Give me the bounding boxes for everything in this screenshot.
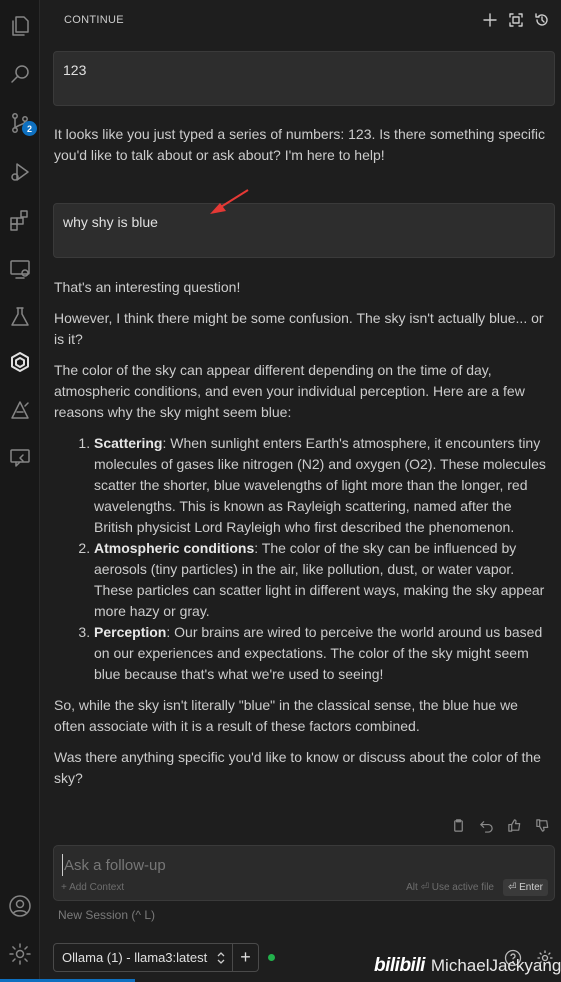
- response-paragraph: That's an interesting question!: [54, 279, 241, 295]
- add-model-button[interactable]: +: [233, 943, 259, 972]
- annotation-arrow: [210, 189, 249, 214]
- continue-icon[interactable]: [6, 348, 34, 376]
- ai-tool-icon[interactable]: [6, 396, 34, 424]
- enter-button[interactable]: ⏎ Enter: [502, 879, 548, 896]
- panel-header: CONTINUE: [40, 0, 561, 42]
- testing-icon[interactable]: [6, 303, 34, 331]
- new-chat-plus-icon[interactable]: [481, 10, 499, 30]
- user-message-2[interactable]: why shy is blue: [53, 203, 555, 258]
- search-icon[interactable]: [6, 60, 34, 88]
- header-actions: [481, 10, 551, 30]
- run-debug-icon[interactable]: [6, 158, 34, 186]
- followup-input-box: + Add Context Alt ⏎ Use active file ⏎ En…: [53, 845, 555, 901]
- thumbs-up-icon[interactable]: [507, 818, 523, 834]
- message-actions: [451, 818, 551, 834]
- files-icon[interactable]: [6, 12, 34, 40]
- status-dot-icon: [268, 954, 275, 961]
- vscode-window: 2 CONTINUE 123 It looks like you just ty…: [0, 0, 561, 982]
- remote-explorer-icon[interactable]: [6, 255, 34, 283]
- model-select[interactable]: Ollama (1) - llama3:latest: [53, 943, 233, 972]
- panel-title: CONTINUE: [64, 14, 124, 26]
- continue-panel: CONTINUE 123 It looks like you just type…: [40, 0, 561, 982]
- list-item: Atmospheric conditions: The color of the…: [94, 538, 549, 622]
- new-session-link[interactable]: New Session (^ L): [58, 908, 155, 922]
- list-item: Scattering: When sunlight enters Earth's…: [94, 433, 549, 538]
- assistant-response-2: That's an interesting question! However,…: [54, 277, 549, 799]
- fullscreen-icon[interactable]: [507, 10, 525, 30]
- extensions-icon[interactable]: [6, 206, 34, 234]
- user-message-1[interactable]: 123: [53, 51, 555, 106]
- source-control-badge: 2: [22, 121, 37, 136]
- response-paragraph: Was there anything specific you'd like t…: [54, 749, 541, 786]
- assistant-response-1: It looks like you just typed a series of…: [54, 124, 549, 166]
- response-paragraph: So, while the sky isn't literally "blue"…: [54, 697, 518, 734]
- response-text: It looks like you just typed a series of…: [54, 126, 546, 163]
- use-active-file-hint[interactable]: Alt ⏎ Use active file: [406, 882, 494, 893]
- list-item-term: Perception: [94, 624, 167, 640]
- list-item-term: Scattering: [94, 435, 163, 451]
- list-item-term: Atmospheric conditions: [94, 540, 255, 556]
- bilibili-logo: bilibili: [374, 955, 425, 976]
- reasons-list: Scattering: When sunlight enters Earth's…: [54, 433, 549, 685]
- history-icon[interactable]: [533, 10, 551, 30]
- response-paragraph: The color of the sky can appear differen…: [54, 362, 525, 420]
- model-select-value: Ollama (1) - llama3:latest: [62, 950, 208, 965]
- followup-input[interactable]: [62, 854, 542, 876]
- copy-icon[interactable]: [451, 818, 467, 834]
- list-item: Perception: Our brains are wired to perc…: [94, 622, 549, 685]
- activity-bar: 2: [0, 0, 40, 982]
- undo-icon[interactable]: [479, 818, 495, 834]
- thumbs-down-icon[interactable]: [535, 818, 551, 834]
- source-control-icon[interactable]: 2: [6, 109, 37, 137]
- settings-gear-icon[interactable]: [6, 940, 34, 968]
- watermark-author: MichaelJackyang: [430, 956, 561, 975]
- list-item-text: : When sunlight enters Earth's atmospher…: [94, 435, 546, 535]
- response-paragraph: However, I think there might be some con…: [54, 310, 544, 347]
- watermark: bilibili MichaelJackyang: [374, 955, 561, 977]
- account-icon[interactable]: [6, 892, 34, 920]
- add-context-button[interactable]: + Add Context: [61, 882, 124, 893]
- chevron-up-down-icon: [217, 952, 225, 964]
- chat-icon[interactable]: [6, 444, 34, 472]
